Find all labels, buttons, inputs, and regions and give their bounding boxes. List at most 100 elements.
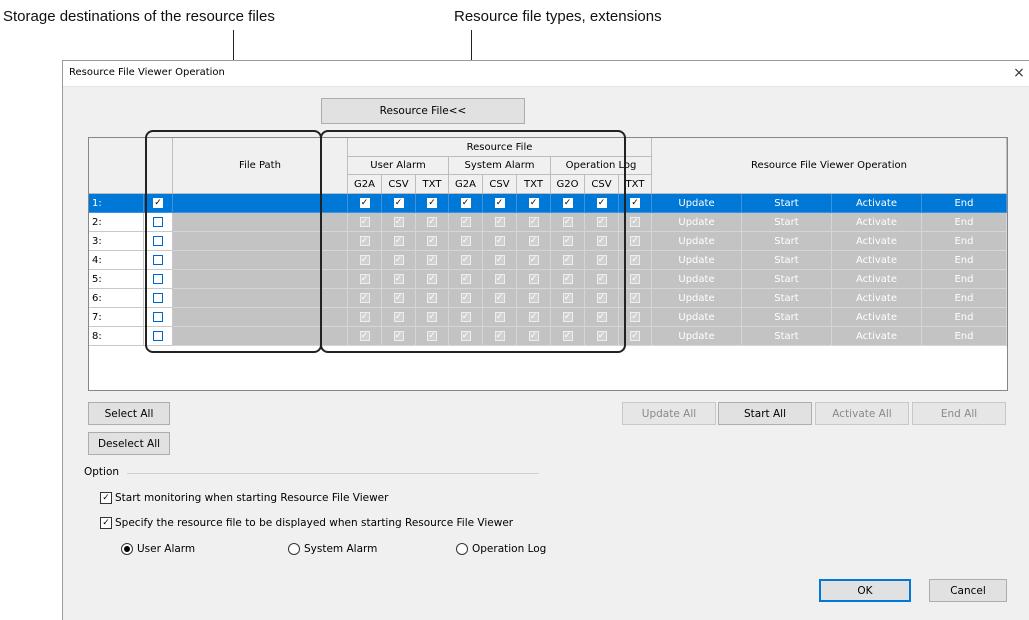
row-select-cell[interactable] (144, 308, 173, 327)
update-all-button[interactable]: Update All (622, 402, 716, 425)
ext-cell-g2a[interactable] (348, 213, 382, 232)
action-start[interactable]: Start (742, 213, 832, 232)
ext-cell-txt[interactable] (619, 327, 652, 346)
ext-checkbox[interactable] (359, 274, 370, 284)
resource-file-toggle-button[interactable]: Resource File<< (321, 98, 525, 124)
action-update[interactable]: Update (652, 289, 742, 308)
ext-cell-csv[interactable] (585, 232, 619, 251)
ok-button[interactable]: OK (819, 579, 911, 602)
ext-cell-txt[interactable] (416, 194, 449, 213)
ext-cell-csv[interactable] (585, 194, 619, 213)
ext-cell-g2a[interactable] (449, 213, 483, 232)
row-checkbox[interactable] (153, 293, 163, 303)
action-end[interactable]: End (922, 232, 1007, 251)
ext-cell-txt[interactable] (416, 251, 449, 270)
ext-checkbox[interactable] (528, 331, 539, 341)
ext-checkbox[interactable] (528, 255, 539, 265)
ext-cell-txt[interactable] (517, 327, 551, 346)
file-path-cell[interactable] (173, 251, 348, 270)
row-select-cell[interactable] (144, 251, 173, 270)
select-all-button[interactable]: Select All (88, 402, 170, 425)
action-end[interactable]: End (922, 289, 1007, 308)
ext-cell-g2a[interactable] (449, 194, 483, 213)
ext-cell-g2a[interactable] (348, 327, 382, 346)
ext-cell-txt[interactable] (416, 270, 449, 289)
table-row[interactable]: 4: UpdateStartActivateEnd (89, 251, 1007, 270)
ext-cell-txt[interactable] (517, 194, 551, 213)
ext-cell-csv[interactable] (585, 270, 619, 289)
ext-cell-txt[interactable] (517, 270, 551, 289)
action-start[interactable]: Start (742, 270, 832, 289)
ext-checkbox[interactable] (562, 293, 573, 303)
table-row[interactable]: 2: UpdateStartActivateEnd (89, 213, 1007, 232)
ext-checkbox[interactable] (393, 236, 404, 246)
ext-cell-txt[interactable] (517, 308, 551, 327)
ext-checkbox[interactable] (562, 255, 573, 265)
row-checkbox[interactable] (153, 198, 163, 208)
action-activate[interactable]: Activate (832, 251, 922, 270)
ext-cell-txt[interactable] (517, 289, 551, 308)
file-path-cell[interactable] (173, 308, 348, 327)
ext-checkbox[interactable] (528, 293, 539, 303)
action-start[interactable]: Start (742, 232, 832, 251)
ext-checkbox[interactable] (359, 331, 370, 341)
ext-checkbox[interactable] (562, 274, 573, 284)
ext-checkbox[interactable] (359, 217, 370, 227)
ext-cell-csv[interactable] (382, 270, 416, 289)
ext-checkbox[interactable] (528, 198, 539, 208)
action-activate[interactable]: Activate (832, 308, 922, 327)
file-path-cell[interactable] (173, 213, 348, 232)
action-activate[interactable]: Activate (832, 194, 922, 213)
ext-checkbox[interactable] (427, 236, 437, 246)
ext-checkbox[interactable] (630, 331, 640, 341)
ext-cell-txt[interactable] (619, 308, 652, 327)
ext-checkbox[interactable] (494, 312, 505, 322)
action-activate[interactable]: Activate (832, 232, 922, 251)
table-row[interactable]: 6: UpdateStartActivateEnd (89, 289, 1007, 308)
ext-cell-g2o[interactable] (551, 213, 585, 232)
ext-cell-csv[interactable] (382, 213, 416, 232)
ext-checkbox[interactable] (393, 331, 404, 341)
row-select-cell[interactable] (144, 327, 173, 346)
radio-user-alarm[interactable]: User Alarm (121, 543, 195, 555)
ext-checkbox[interactable] (460, 312, 471, 322)
ext-cell-txt[interactable] (416, 327, 449, 346)
ext-checkbox[interactable] (630, 198, 640, 208)
ext-cell-txt[interactable] (517, 213, 551, 232)
action-start[interactable]: Start (742, 308, 832, 327)
ext-checkbox[interactable] (494, 255, 505, 265)
ext-checkbox[interactable] (596, 312, 607, 322)
ext-checkbox[interactable] (562, 198, 573, 208)
ext-cell-g2o[interactable] (551, 308, 585, 327)
ext-checkbox[interactable] (359, 198, 370, 208)
row-select-cell[interactable] (144, 194, 173, 213)
radio-operation-log[interactable]: Operation Log (456, 543, 546, 555)
action-activate[interactable]: Activate (832, 270, 922, 289)
action-end[interactable]: End (922, 213, 1007, 232)
ext-checkbox[interactable] (596, 217, 607, 227)
start-monitoring-checkbox[interactable]: Start monitoring when starting Resource … (100, 492, 388, 504)
ext-cell-g2a[interactable] (449, 327, 483, 346)
action-activate[interactable]: Activate (832, 327, 922, 346)
ext-cell-txt[interactable] (416, 232, 449, 251)
ext-cell-csv[interactable] (585, 251, 619, 270)
ext-checkbox[interactable] (528, 217, 539, 227)
ext-checkbox[interactable] (460, 274, 471, 284)
ext-cell-csv[interactable] (483, 327, 517, 346)
ext-checkbox[interactable] (427, 312, 437, 322)
ext-checkbox[interactable] (596, 255, 607, 265)
ext-checkbox[interactable] (427, 274, 437, 284)
file-path-cell[interactable] (173, 194, 348, 213)
ext-cell-csv[interactable] (483, 232, 517, 251)
ext-cell-g2a[interactable] (348, 251, 382, 270)
action-update[interactable]: Update (652, 270, 742, 289)
ext-checkbox[interactable] (494, 331, 505, 341)
action-start[interactable]: Start (742, 289, 832, 308)
ext-checkbox[interactable] (630, 255, 640, 265)
ext-checkbox[interactable] (393, 217, 404, 227)
end-all-button[interactable]: End All (912, 402, 1006, 425)
action-start[interactable]: Start (742, 194, 832, 213)
action-update[interactable]: Update (652, 251, 742, 270)
ext-checkbox[interactable] (528, 274, 539, 284)
ext-cell-txt[interactable] (416, 308, 449, 327)
